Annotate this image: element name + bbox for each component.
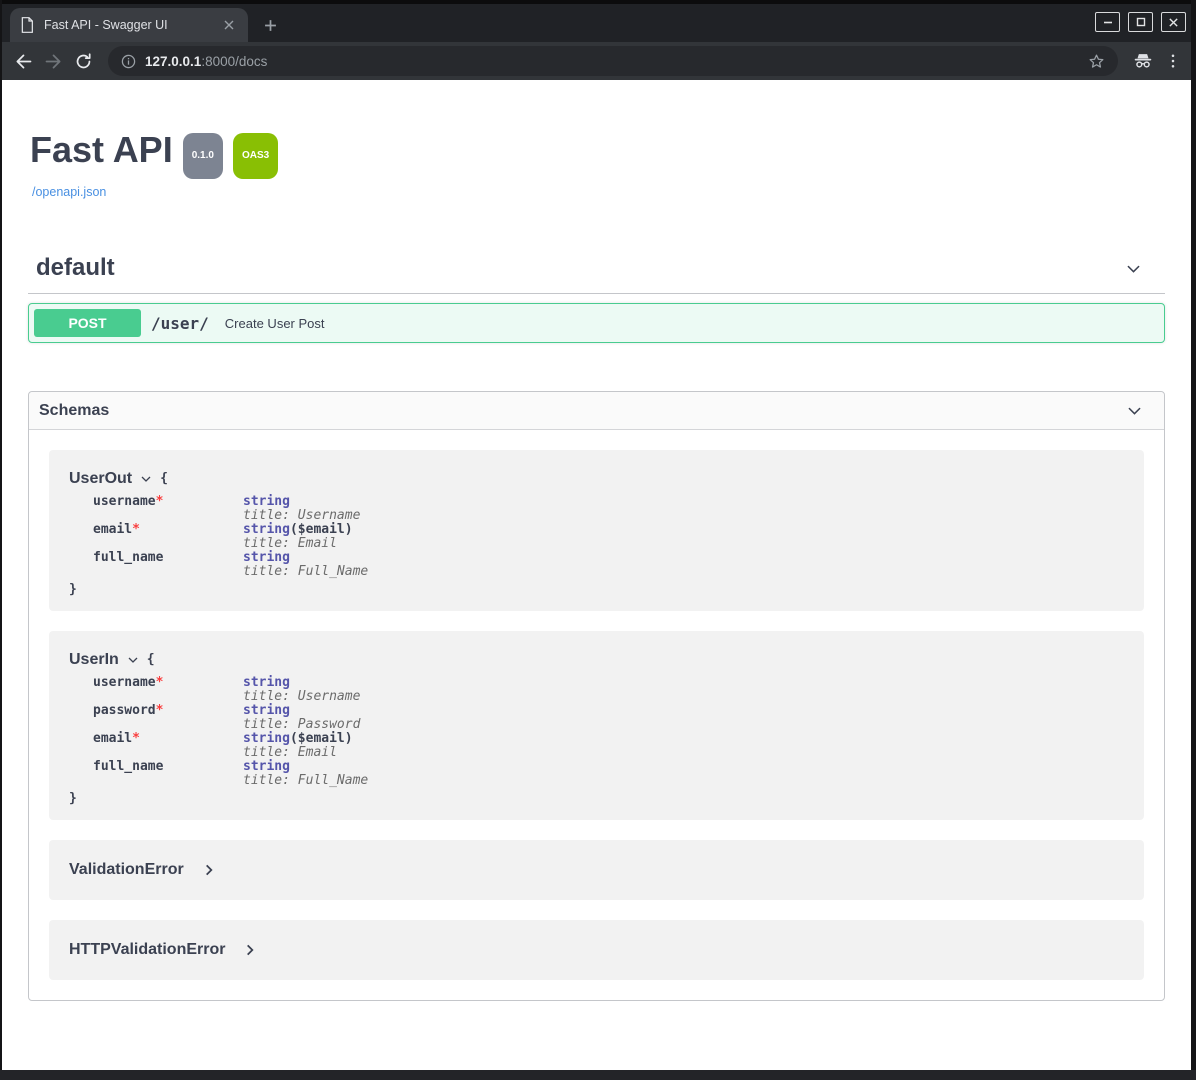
chevron-right-icon[interactable]	[243, 943, 257, 957]
swagger-page: Fast API 0.1.0 OAS3 /openapi.json defaul…	[2, 80, 1191, 1070]
model-userout-title[interactable]: UserOut {	[69, 468, 1124, 490]
forward-icon[interactable]	[38, 46, 68, 76]
property-type: string	[243, 759, 290, 774]
incognito-icon	[1128, 46, 1158, 76]
window-controls	[1095, 12, 1186, 32]
property-title: title: Email	[243, 745, 337, 760]
menu-dots-icon[interactable]	[1158, 46, 1188, 76]
property-name: full_name	[93, 550, 163, 565]
property-title: title: Username	[243, 689, 360, 704]
property-row: username* stringtitle: Username	[93, 676, 1124, 704]
property-type: string	[243, 731, 290, 746]
property-type: string	[243, 494, 290, 509]
window-bottom-edge	[0, 1070, 1196, 1080]
chevron-right-icon[interactable]	[202, 863, 216, 877]
property-row: full_name stringtitle: Full_Name	[93, 551, 1124, 579]
property-title: title: Full_Name	[243, 773, 368, 788]
close-button[interactable]	[1161, 12, 1186, 32]
model-name: HTTPValidationError	[69, 939, 225, 961]
property-row: username* stringtitle: Username	[93, 495, 1124, 523]
required-star: *	[156, 675, 164, 690]
api-title-row: Fast API 0.1.0 OAS3	[30, 130, 1165, 179]
browser-window: Fast API - Swagger UI	[0, 0, 1196, 1080]
model-name: UserIn	[69, 649, 119, 671]
model-name: UserOut	[69, 468, 132, 490]
tab-title: Fast API - Swagger UI	[44, 18, 220, 32]
required-star: *	[156, 703, 164, 718]
property-title: title: Username	[243, 508, 360, 523]
property-row: full_name stringtitle: Full_Name	[93, 760, 1124, 788]
endpoint-path: /user/	[151, 314, 209, 333]
opblock-post-user[interactable]: POST /user/ Create User Post	[28, 303, 1165, 343]
model-userin: UserIn { username* stringtitle: Username	[49, 631, 1144, 820]
required-star: *	[156, 494, 164, 509]
property-title: title: Password	[243, 717, 360, 732]
property-row: password* stringtitle: Password	[93, 704, 1124, 732]
maximize-button[interactable]	[1128, 12, 1153, 32]
property-name: password	[93, 703, 156, 718]
property-type: string	[243, 522, 290, 537]
model-name: ValidationError	[69, 859, 184, 881]
bookmark-star-icon[interactable]	[1087, 52, 1106, 71]
model-userin-title[interactable]: UserIn {	[69, 649, 1124, 671]
required-star: *	[132, 522, 140, 537]
property-name: username	[93, 494, 156, 509]
url-text: 127.0.0.1:8000/docs	[145, 54, 267, 69]
page-favicon-icon	[20, 17, 34, 33]
chevron-down-icon[interactable]	[127, 654, 139, 666]
url-path: :8000/docs	[201, 54, 267, 69]
reload-icon[interactable]	[68, 46, 98, 76]
property-type: string	[243, 703, 290, 718]
required-star: *	[132, 731, 140, 746]
version-badge: 0.1.0	[183, 133, 223, 179]
property-format: ($email)	[290, 522, 353, 537]
schemas-section: Schemas UserOut {	[28, 391, 1165, 1001]
window-left-edge	[0, 0, 2, 1080]
open-brace: {	[147, 649, 155, 671]
property-format: ($email)	[290, 731, 353, 746]
property-name: full_name	[93, 759, 163, 774]
property-name: username	[93, 675, 156, 690]
property-type: string	[243, 675, 290, 690]
minimize-button[interactable]	[1095, 12, 1120, 32]
address-bar[interactable]: 127.0.0.1:8000/docs	[108, 46, 1118, 76]
tag-title: default	[36, 254, 115, 281]
model-httpvalidationerror[interactable]: HTTPValidationError	[49, 920, 1144, 980]
tag-divider	[28, 293, 1165, 294]
property-row: email* string($email)title: Email	[93, 732, 1124, 760]
property-name: email	[93, 522, 132, 537]
api-title: Fast API	[30, 130, 173, 170]
browser-toolbar: 127.0.0.1:8000/docs	[0, 42, 1196, 80]
window-right-edge	[1191, 0, 1196, 1080]
endpoint-summary: Create User Post	[225, 316, 325, 331]
property-title: title: Email	[243, 536, 337, 551]
close-brace: }	[69, 582, 1124, 597]
property-row: email* string($email)title: Email	[93, 523, 1124, 551]
tab-close-icon[interactable]	[220, 16, 238, 34]
open-brace: {	[160, 468, 168, 490]
tag-section-header[interactable]: default	[36, 255, 1157, 281]
chevron-down-icon[interactable]	[140, 473, 152, 485]
schemas-title: Schemas	[39, 402, 109, 420]
url-host: 127.0.0.1	[145, 54, 201, 69]
browser-tab[interactable]: Fast API - Swagger UI	[10, 8, 248, 42]
http-method-badge: POST	[34, 309, 141, 337]
openapi-spec-link[interactable]: /openapi.json	[32, 185, 106, 199]
back-icon[interactable]	[8, 46, 38, 76]
oas3-badge: OAS3	[233, 133, 278, 179]
chevron-down-icon[interactable]	[1124, 259, 1143, 283]
close-brace: }	[69, 791, 1124, 806]
page-info-icon[interactable]	[120, 53, 137, 70]
tab-strip: Fast API - Swagger UI	[0, 4, 1196, 42]
property-name: email	[93, 731, 132, 746]
new-tab-icon[interactable]	[264, 19, 277, 37]
model-validationerror[interactable]: ValidationError	[49, 840, 1144, 900]
schemas-header[interactable]: Schemas	[29, 392, 1164, 430]
chevron-down-icon[interactable]	[1125, 401, 1144, 420]
model-userout: UserOut { username* stringtitle: Usernam…	[49, 450, 1144, 611]
property-title: title: Full_Name	[243, 564, 368, 579]
property-type: string	[243, 550, 290, 565]
